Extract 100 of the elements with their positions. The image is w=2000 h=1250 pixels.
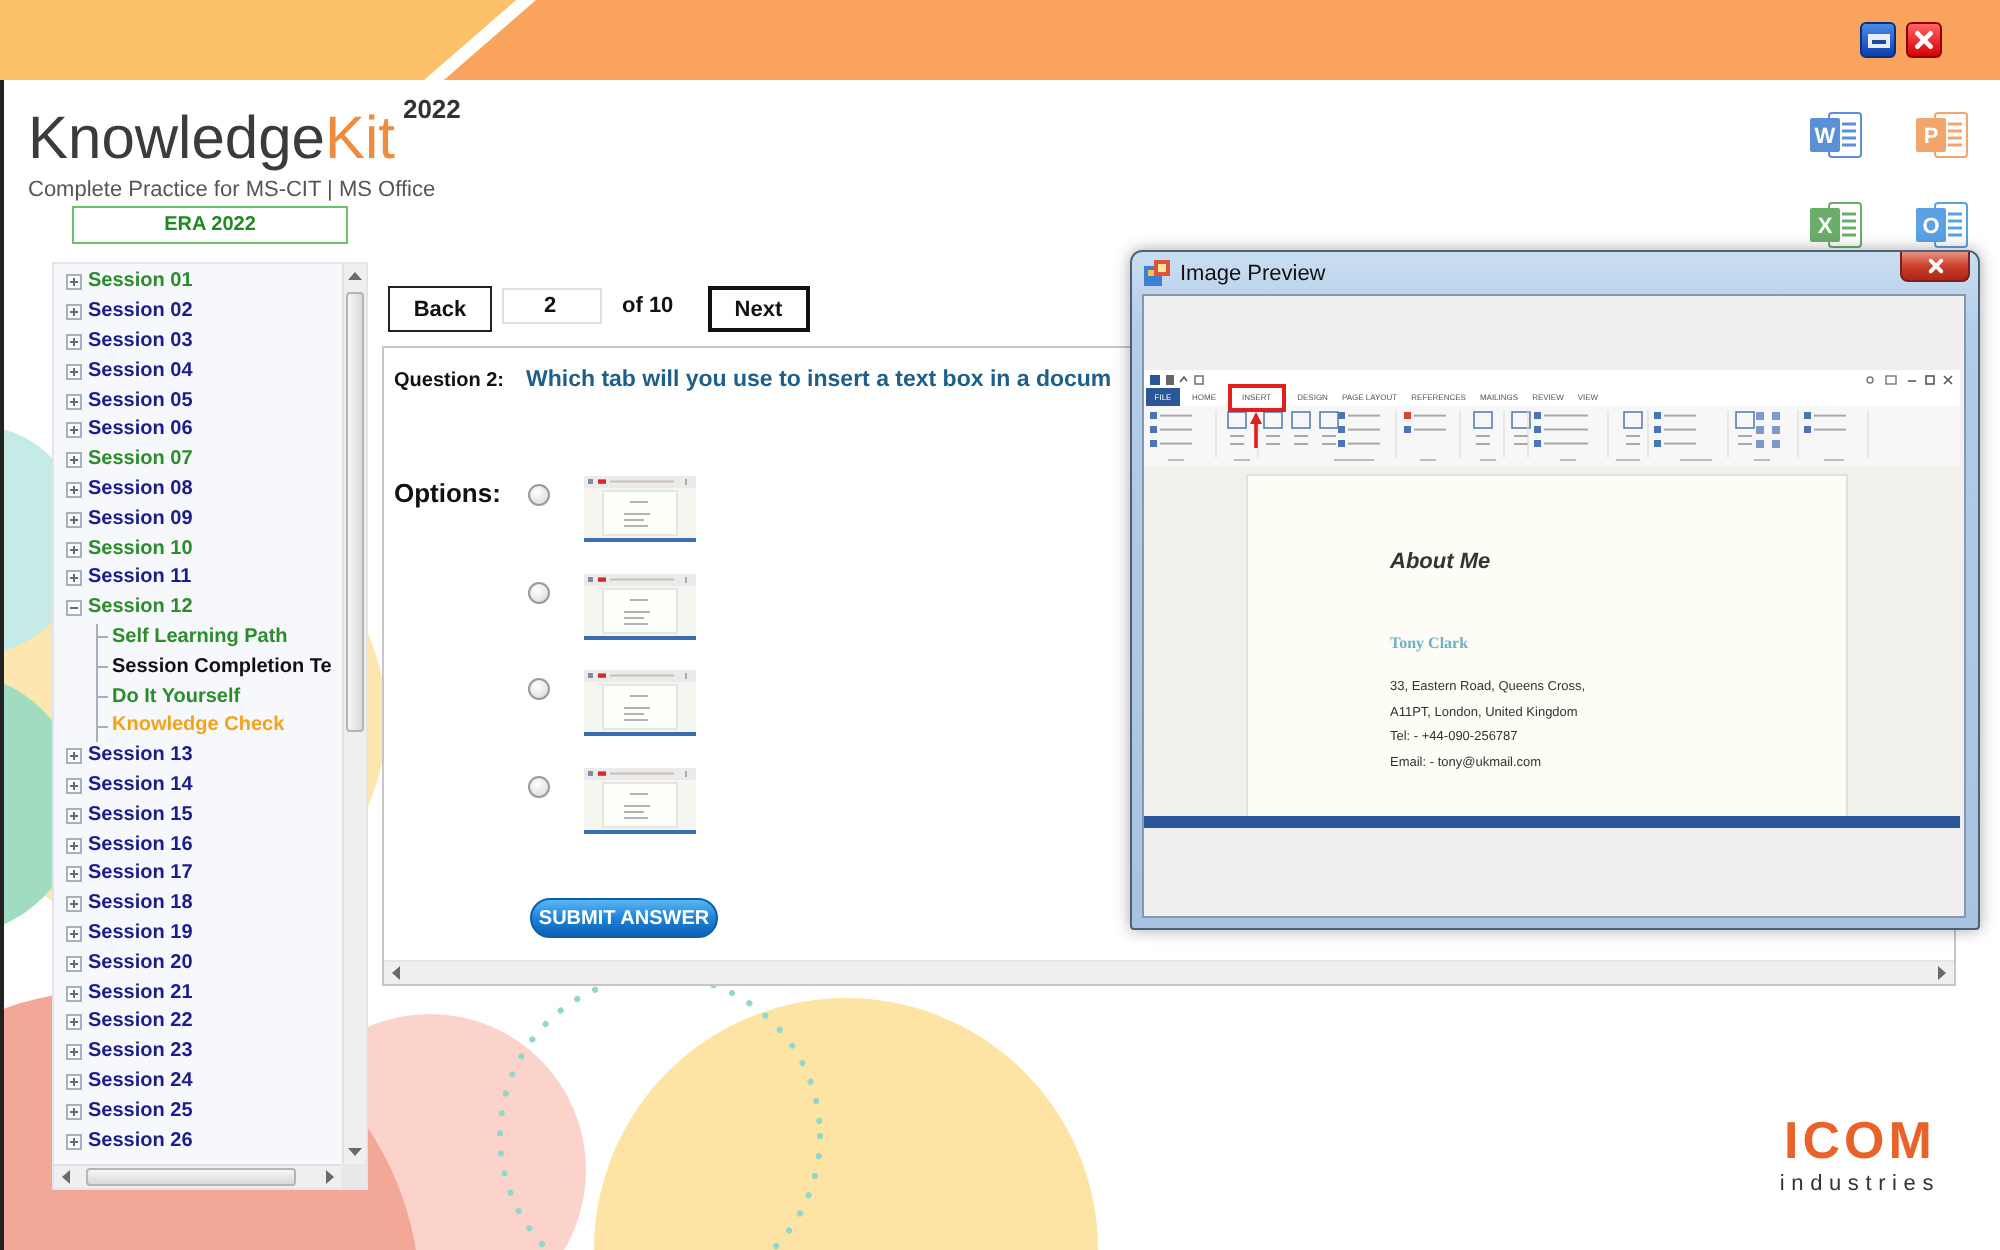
expand-icon[interactable] — [66, 925, 82, 942]
tree-item[interactable]: Session 16 — [88, 833, 193, 858]
question-text: Which tab will you use to insert a text box in a docum — [526, 366, 1112, 394]
tree-item[interactable]: Session 02 — [88, 300, 193, 325]
company-logo-tagline: industries — [1779, 1172, 1940, 1198]
right-arrow-icon[interactable] — [1938, 966, 1946, 980]
close-button[interactable] — [1906, 22, 1942, 58]
expand-icon[interactable] — [66, 274, 82, 291]
tree-item[interactable]: Session 03 — [88, 329, 193, 354]
expand-icon[interactable] — [66, 748, 82, 765]
horizontal-scrollbar[interactable] — [54, 1164, 342, 1188]
screenshot-thumbnail — [584, 768, 696, 835]
minimize-icon — [1867, 33, 1889, 47]
tree-item[interactable]: Session 23 — [88, 1040, 193, 1065]
tree-item[interactable]: Session 13 — [88, 744, 193, 769]
tree-item[interactable]: Session 10 — [88, 537, 193, 562]
tree-item[interactable]: Session 09 — [88, 507, 193, 532]
scrollbar-thumb[interactable] — [86, 1168, 296, 1186]
tree-item[interactable]: Session 21 — [88, 981, 193, 1006]
tree-item[interactable]: Session 08 — [88, 477, 193, 502]
up-arrow-icon[interactable] — [348, 272, 362, 280]
expand-icon[interactable] — [66, 837, 82, 854]
left-arrow-icon[interactable] — [62, 1170, 70, 1184]
down-arrow-icon[interactable] — [348, 1148, 362, 1156]
app-logo: KnowledgeKit — [28, 108, 395, 172]
expand-icon[interactable] — [66, 1103, 82, 1120]
next-button[interactable]: Next — [707, 286, 810, 332]
expand-icon[interactable] — [66, 1133, 82, 1149]
tree-item[interactable]: Session 20 — [88, 951, 193, 976]
image-icon — [1144, 260, 1170, 286]
minimize-button[interactable] — [1860, 22, 1896, 58]
horizontal-scrollbar[interactable] — [384, 960, 1954, 984]
expand-icon[interactable] — [66, 393, 82, 410]
tree-item[interactable]: Session 11 — [88, 566, 192, 591]
tree-item[interactable]: Session 04 — [88, 359, 193, 384]
expand-icon[interactable] — [66, 363, 82, 380]
tree-item[interactable]: Session 12 — [88, 596, 193, 621]
tree-item[interactable]: Session 01 — [88, 270, 193, 295]
tagline-text: Complete Practice for MS-CIT | MS Office — [28, 178, 436, 204]
tree-item[interactable]: Session 17 — [88, 862, 193, 887]
tree-item[interactable]: Session 22 — [88, 1010, 193, 1035]
tree-item[interactable]: Session 25 — [88, 1099, 193, 1124]
window-title: Image Preview — [1180, 261, 1326, 285]
tree-item[interactable]: Session 07 — [88, 448, 193, 473]
tree-item[interactable]: Session 06 — [88, 418, 193, 443]
options-label: Options: — [394, 478, 503, 510]
radio-button[interactable] — [528, 776, 550, 799]
edition-badge: ERA 2022 — [72, 206, 348, 244]
page-number-field[interactable]: 2 — [502, 288, 602, 324]
radio-button[interactable] — [528, 678, 550, 701]
scrollbar-thumb[interactable] — [346, 292, 364, 732]
expand-icon[interactable] — [66, 807, 82, 824]
edition-label: 2022 — [402, 96, 461, 124]
window-controls-drawing — [1866, 373, 1954, 385]
expand-icon[interactable] — [66, 1073, 82, 1090]
document-heading: About Me — [1390, 550, 1491, 576]
right-arrow-icon[interactable] — [326, 1170, 334, 1184]
expand-icon[interactable] — [66, 511, 82, 528]
tree-item[interactable]: Session 26 — [88, 1129, 193, 1153]
collapse-icon[interactable] — [66, 600, 82, 617]
close-button[interactable] — [1900, 252, 1970, 282]
expand-icon[interactable] — [66, 422, 82, 439]
tree-item[interactable]: Self Learning Path — [112, 625, 288, 650]
tree-item[interactable]: Session 05 — [88, 389, 193, 414]
tree-item[interactable]: Session 18 — [88, 892, 193, 917]
tree-item[interactable]: Session 24 — [88, 1069, 193, 1094]
left-arrow-icon[interactable] — [392, 966, 400, 980]
page-total-label: of 10 — [622, 292, 674, 320]
tree-item[interactable]: Session 15 — [88, 803, 193, 828]
radio-button[interactable] — [528, 484, 550, 506]
screenshot-thumbnail — [584, 670, 696, 737]
expand-icon[interactable] — [66, 452, 82, 469]
expand-icon[interactable] — [66, 777, 82, 794]
expand-icon[interactable] — [66, 304, 82, 321]
radio-button[interactable] — [528, 581, 550, 604]
expand-icon[interactable] — [66, 955, 82, 972]
expand-icon[interactable] — [66, 866, 82, 883]
submit-answer-button[interactable]: SUBMIT ANSWER — [530, 898, 718, 939]
expand-icon[interactable] — [66, 896, 82, 913]
tree-item[interactable]: Session 19 — [88, 921, 193, 946]
close-icon — [1914, 30, 1934, 50]
screenshot-thumbnail — [584, 476, 696, 542]
expand-icon[interactable] — [66, 481, 82, 498]
vertical-scrollbar[interactable] — [342, 264, 366, 1164]
tree-item[interactable]: Do It Yourself — [112, 685, 241, 710]
company-logo-text: ICOM — [1784, 1112, 1936, 1168]
expand-icon[interactable] — [66, 541, 82, 558]
tree-item[interactable]: Session 14 — [88, 773, 193, 798]
question-number: Question 2: — [394, 370, 507, 392]
expand-icon[interactable] — [66, 570, 82, 587]
expand-icon[interactable] — [66, 1014, 82, 1031]
back-button[interactable]: Back — [388, 286, 492, 332]
tree-item[interactable]: Session Completion Te — [112, 655, 332, 680]
expand-icon[interactable] — [66, 1044, 82, 1061]
close-icon — [1927, 258, 1943, 274]
expand-icon[interactable] — [66, 985, 82, 1002]
document-name: Tony Clark — [1390, 634, 1469, 652]
pointer-arrow — [1250, 411, 1263, 447]
expand-icon[interactable] — [66, 333, 82, 350]
quick-access-toolbar-drawing — [1150, 373, 1210, 385]
